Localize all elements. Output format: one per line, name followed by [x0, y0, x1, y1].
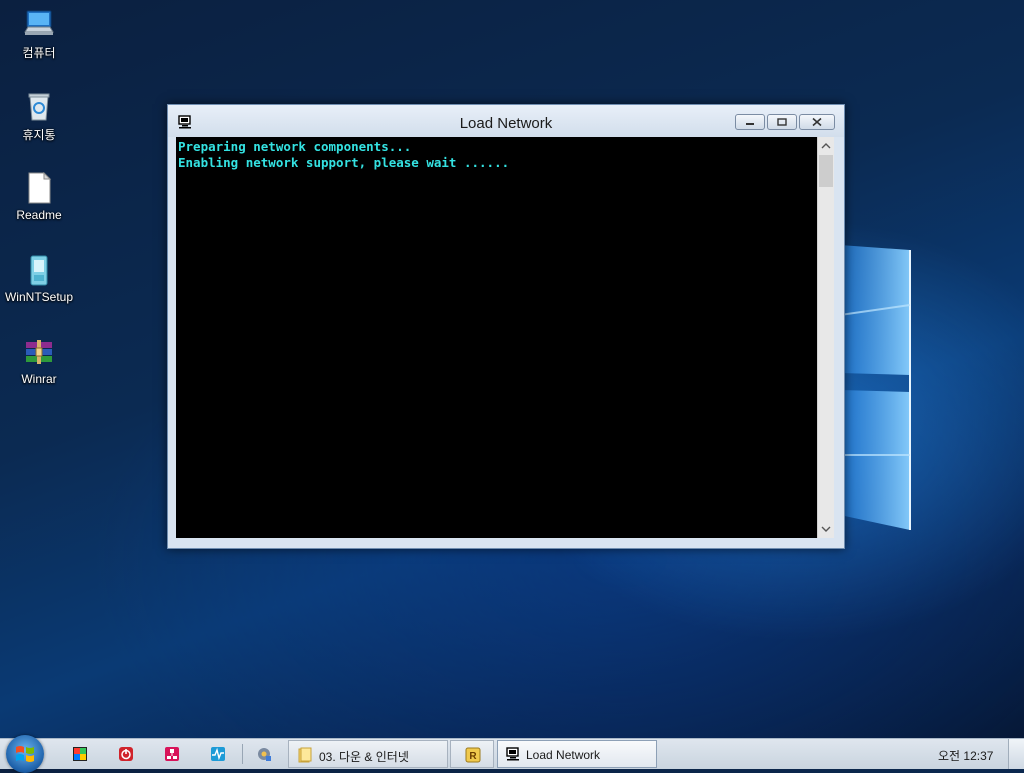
desktop-icon-label: Readme [16, 208, 62, 222]
taskbar-item-load-network[interactable]: Load Network [497, 740, 657, 768]
load-network-window[interactable]: Load Network Preparing network component… [167, 104, 845, 549]
settings-tools-icon[interactable] [256, 746, 272, 762]
close-icon [812, 117, 822, 127]
scroll-up-button[interactable] [818, 138, 834, 154]
svg-text:R: R [469, 751, 477, 762]
maximize-icon [777, 118, 787, 126]
monitor-icon[interactable] [210, 746, 226, 762]
computer-icon [23, 8, 55, 40]
network-app-icon[interactable] [164, 746, 180, 762]
chevron-down-icon [821, 526, 831, 532]
taskbar-item-label: 03. 다운 & 인터넷 [319, 750, 409, 764]
taskbar-item-folder[interactable]: 03. 다운 & 인터넷 [288, 740, 448, 768]
system-clock[interactable]: 오전 12:37 [938, 747, 993, 764]
desktop-icon-recycle-bin[interactable]: 휴지통 [0, 90, 78, 143]
folder-icon [297, 747, 313, 763]
taskbar-separator [242, 744, 243, 764]
start-button[interactable] [6, 735, 44, 773]
taskbar-item-winrar[interactable]: R [450, 740, 494, 768]
document-icon [23, 171, 55, 204]
window-titlebar[interactable]: Load Network [168, 105, 844, 137]
desktop-icon-winrar[interactable]: Winrar [0, 336, 78, 386]
desktop-icon-label: Winrar [21, 372, 57, 386]
power-icon[interactable] [118, 746, 134, 762]
desktop-icon-label: 컴퓨터 [22, 46, 56, 60]
winntsetup-icon [23, 254, 55, 286]
desktop-icon-label: 휴지통 [22, 128, 56, 142]
console-line: Enabling network support, please wait ..… [178, 155, 510, 170]
console-line: Preparing network components... [178, 139, 412, 154]
desktop-icon-computer[interactable]: 컴퓨터 [0, 8, 78, 61]
color-palette-icon[interactable] [72, 746, 88, 762]
recycle-bin-icon [23, 90, 55, 122]
winrar-icon [23, 336, 55, 368]
taskbar-item-label: Load Network [526, 748, 601, 762]
desktop-icon-label: WinNTSetup [4, 290, 74, 304]
close-button[interactable] [799, 114, 835, 130]
network-console-icon [506, 747, 522, 763]
minimize-button[interactable] [735, 114, 765, 130]
scroll-thumb[interactable] [819, 155, 833, 187]
chevron-up-icon [821, 143, 831, 149]
windows-logo-icon [16, 746, 34, 762]
show-desktop-button[interactable] [1008, 739, 1024, 769]
winrar-r-icon: R [465, 747, 481, 763]
console-output[interactable]: Preparing network components... Enabling… [176, 137, 817, 538]
taskbar: 03. 다운 & 인터넷 R Load Network 오전 12:37 [0, 735, 1024, 773]
vertical-scrollbar[interactable] [817, 137, 834, 538]
minimize-icon [746, 123, 754, 125]
desktop-icon-winntsetup[interactable]: WinNTSetup [0, 254, 78, 304]
wallpaper-windows-logo [840, 245, 911, 530]
maximize-button[interactable] [767, 114, 797, 130]
scroll-down-button[interactable] [818, 521, 834, 537]
desktop-icon-readme[interactable]: Readme [0, 171, 78, 222]
